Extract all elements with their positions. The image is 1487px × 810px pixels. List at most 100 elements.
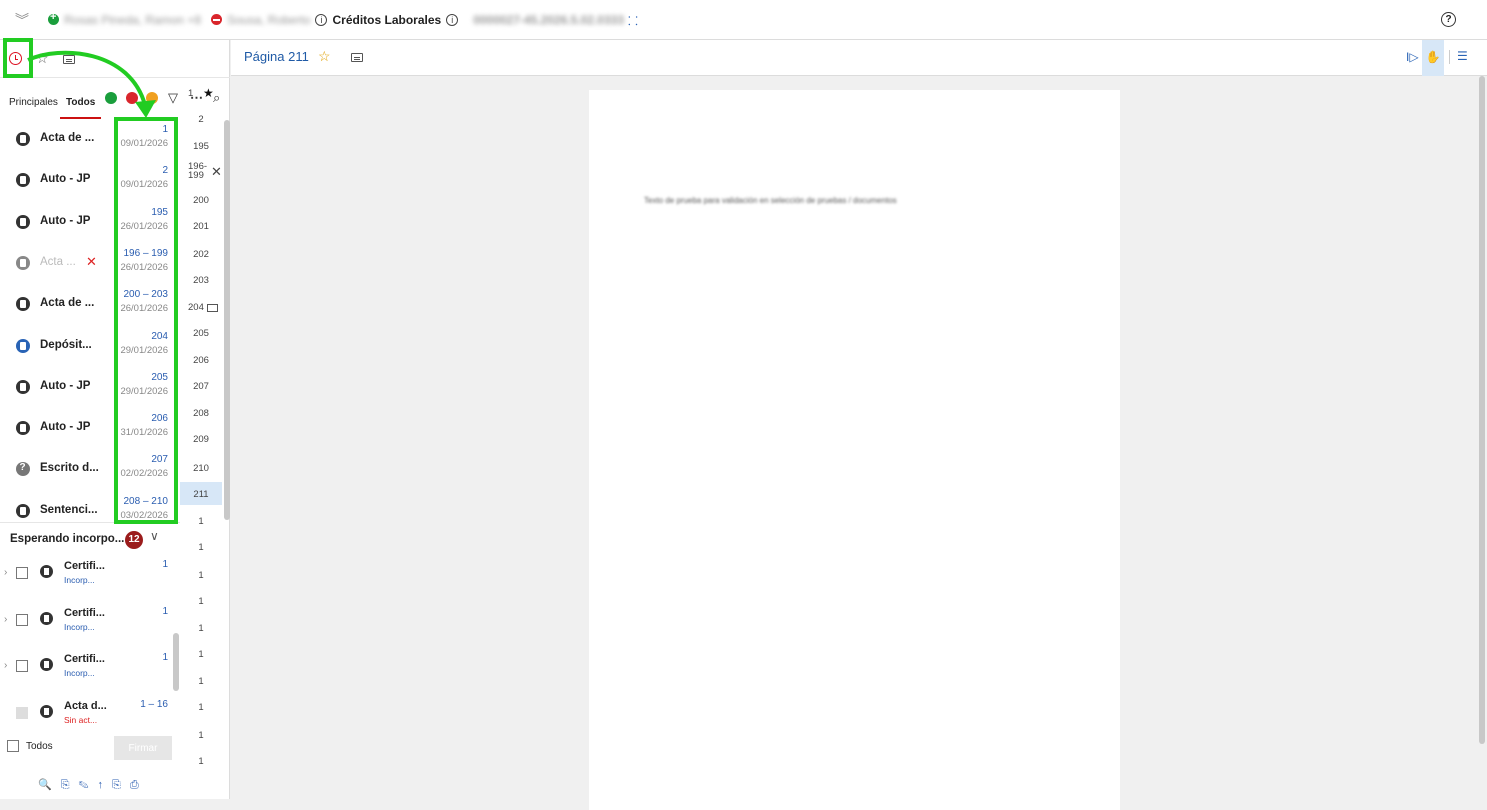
- page-number[interactable]: 201: [180, 221, 222, 232]
- sign-button[interactable]: Firmar: [114, 736, 172, 760]
- waiting-item[interactable]: › Certifi... Incorp... 1: [0, 555, 180, 601]
- document-page-range[interactable]: 207: [151, 454, 168, 465]
- text-select-icon[interactable]: I▷: [1406, 50, 1419, 64]
- waiting-item-pages[interactable]: 1: [162, 652, 168, 663]
- page-number[interactable]: 1: [180, 542, 222, 553]
- document-icon: [16, 255, 30, 270]
- page-number[interactable]: 200: [180, 195, 222, 206]
- document-page-range[interactable]: 196 – 199: [124, 248, 169, 259]
- page-number[interactable]: 1: [180, 88, 222, 99]
- removed-x-icon: ✕: [86, 253, 97, 269]
- plaintiff-party[interactable]: Rosas Pineda, Ramon +8: [64, 13, 201, 27]
- remove-document-icon[interactable]: [126, 92, 138, 104]
- defendant-party[interactable]: Sousa, Roberto: [227, 13, 310, 27]
- settings-sliders-icon[interactable]: ☰: [1457, 49, 1468, 63]
- document-page-range[interactable]: 204: [151, 331, 168, 342]
- info-icon[interactable]: i: [315, 13, 328, 26]
- document-page-range[interactable]: 200 – 203: [124, 289, 169, 300]
- page-number[interactable]: 203: [180, 275, 222, 286]
- document-page-range[interactable]: 206: [151, 413, 168, 424]
- expand-arrow-icon[interactable]: ›: [4, 567, 7, 578]
- add-comment-icon[interactable]: [351, 53, 363, 62]
- document-date: 26/01/2026: [120, 261, 168, 273]
- comment-icon: [207, 304, 218, 312]
- list-item[interactable]: Auto - JP 206 31/01/2026: [0, 409, 180, 450]
- list-item[interactable]: Escrito d... 207 02/02/2026: [0, 450, 180, 491]
- item-checkbox: [16, 706, 28, 719]
- list-item[interactable]: Auto - JP 195 26/01/2026: [0, 203, 180, 244]
- hand-tool-icon[interactable]: ✋: [1422, 40, 1444, 76]
- document-icon: [40, 565, 53, 578]
- expand-arrow-icon[interactable]: ›: [4, 660, 7, 671]
- item-checkbox[interactable]: [16, 613, 28, 626]
- page-number[interactable]: 195: [180, 141, 222, 152]
- bookmark-star-icon[interactable]: ☆: [318, 48, 331, 65]
- tab-principales[interactable]: Principales: [9, 93, 58, 119]
- page-number[interactable]: 202: [180, 249, 222, 260]
- document-name: Acta de ...: [40, 132, 95, 144]
- page-number[interactable]: 208: [180, 408, 222, 419]
- defendant-remove-icon: [211, 14, 223, 25]
- page-number[interactable]: 1: [180, 649, 222, 660]
- page-number[interactable]: 1: [180, 516, 222, 527]
- page-number[interactable]: 1: [180, 730, 222, 741]
- page-number[interactable]: 1: [180, 623, 222, 634]
- comments-icon[interactable]: [63, 55, 75, 64]
- help-icon[interactable]: ?: [1441, 12, 1456, 27]
- page-number[interactable]: 1: [180, 756, 222, 767]
- history-clock-icon[interactable]: [9, 52, 22, 65]
- document-page-range[interactable]: 195: [151, 207, 168, 218]
- document-page-range[interactable]: 208 – 210: [124, 496, 169, 507]
- waiting-scrollbar[interactable]: [173, 633, 179, 691]
- document-page-range[interactable]: 205: [151, 372, 168, 383]
- list-item[interactable]: Acta de ... 200 – 203 26/01/2026: [0, 285, 180, 326]
- list-item[interactable]: Auto - JP 205 29/01/2026: [0, 368, 180, 409]
- tab-todos[interactable]: Todos: [60, 93, 102, 119]
- document-page-range[interactable]: 1: [162, 124, 168, 135]
- waiting-item-name: Acta d...: [64, 699, 107, 712]
- page-number[interactable]: 1: [180, 570, 222, 581]
- close-icon[interactable]: ✕: [211, 164, 222, 180]
- list-item[interactable]: Acta ... ✕ 196 – 199 26/01/2026: [0, 244, 180, 285]
- page-number[interactable]: 211: [180, 489, 222, 500]
- list-item[interactable]: Auto - JP 2 09/01/2026: [0, 161, 180, 202]
- document-name: Auto - JP: [40, 421, 91, 434]
- collapse-chevron-icon[interactable]: ︾: [8, 10, 36, 30]
- document-page-range[interactable]: 2: [162, 165, 168, 176]
- page-number[interactable]: 1: [180, 702, 222, 713]
- item-checkbox[interactable]: [16, 660, 28, 672]
- waiting-item[interactable]: › Certifi... Incorp... 1: [0, 602, 180, 648]
- waiting-item[interactable]: › Certifi... Incorp... 1: [0, 648, 180, 694]
- expand-arrow-icon[interactable]: ›: [4, 614, 7, 625]
- page-number[interactable]: 1: [180, 596, 222, 607]
- pending-document-icon[interactable]: [146, 92, 158, 104]
- bottom-action-icons[interactable]: 🔍⎘✎↑⎘⎙: [38, 778, 148, 792]
- page-number[interactable]: 1: [180, 676, 222, 687]
- document-date: 31/01/2026: [120, 427, 168, 439]
- page-number[interactable]: 207: [180, 381, 222, 392]
- page-number[interactable]: 206: [180, 355, 222, 366]
- item-checkbox[interactable]: [16, 567, 28, 579]
- waiting-item-pages[interactable]: 1: [162, 559, 168, 570]
- waiting-item-pages[interactable]: 1: [162, 606, 168, 617]
- filter-icon[interactable]: ▽: [168, 90, 178, 106]
- waiting-section-header[interactable]: Esperando incorpo... 12 ∨: [0, 522, 180, 555]
- page-number[interactable]: 210: [180, 463, 222, 474]
- select-all-checkbox[interactable]: [7, 740, 19, 752]
- case-info-icon[interactable]: i: [446, 13, 459, 26]
- documents-scrollbar[interactable]: [224, 120, 230, 520]
- favorites-star-icon[interactable]: ☆: [36, 50, 49, 67]
- waiting-item[interactable]: Acta d... Sin act... 1 – 16: [0, 695, 180, 741]
- waiting-item-pages[interactable]: 1 – 16: [140, 699, 168, 710]
- waiting-item-status: Incorp...: [64, 621, 95, 632]
- list-item[interactable]: Depósit... 204 29/01/2026: [0, 327, 180, 368]
- page-number[interactable]: 205: [180, 328, 222, 339]
- page-number[interactable]: 209: [180, 434, 222, 445]
- chevron-down-icon[interactable]: ∨: [150, 529, 159, 543]
- page-number[interactable]: 2: [180, 114, 222, 125]
- list-item[interactable]: Acta de ... 1 09/01/2026: [0, 120, 180, 161]
- workflow-icon[interactable]: ⸬: [628, 12, 638, 29]
- add-document-icon[interactable]: [105, 92, 117, 104]
- viewer-scrollbar[interactable]: [1479, 76, 1485, 744]
- document-viewer[interactable]: Texto de prueba para validación en selec…: [231, 76, 1487, 810]
